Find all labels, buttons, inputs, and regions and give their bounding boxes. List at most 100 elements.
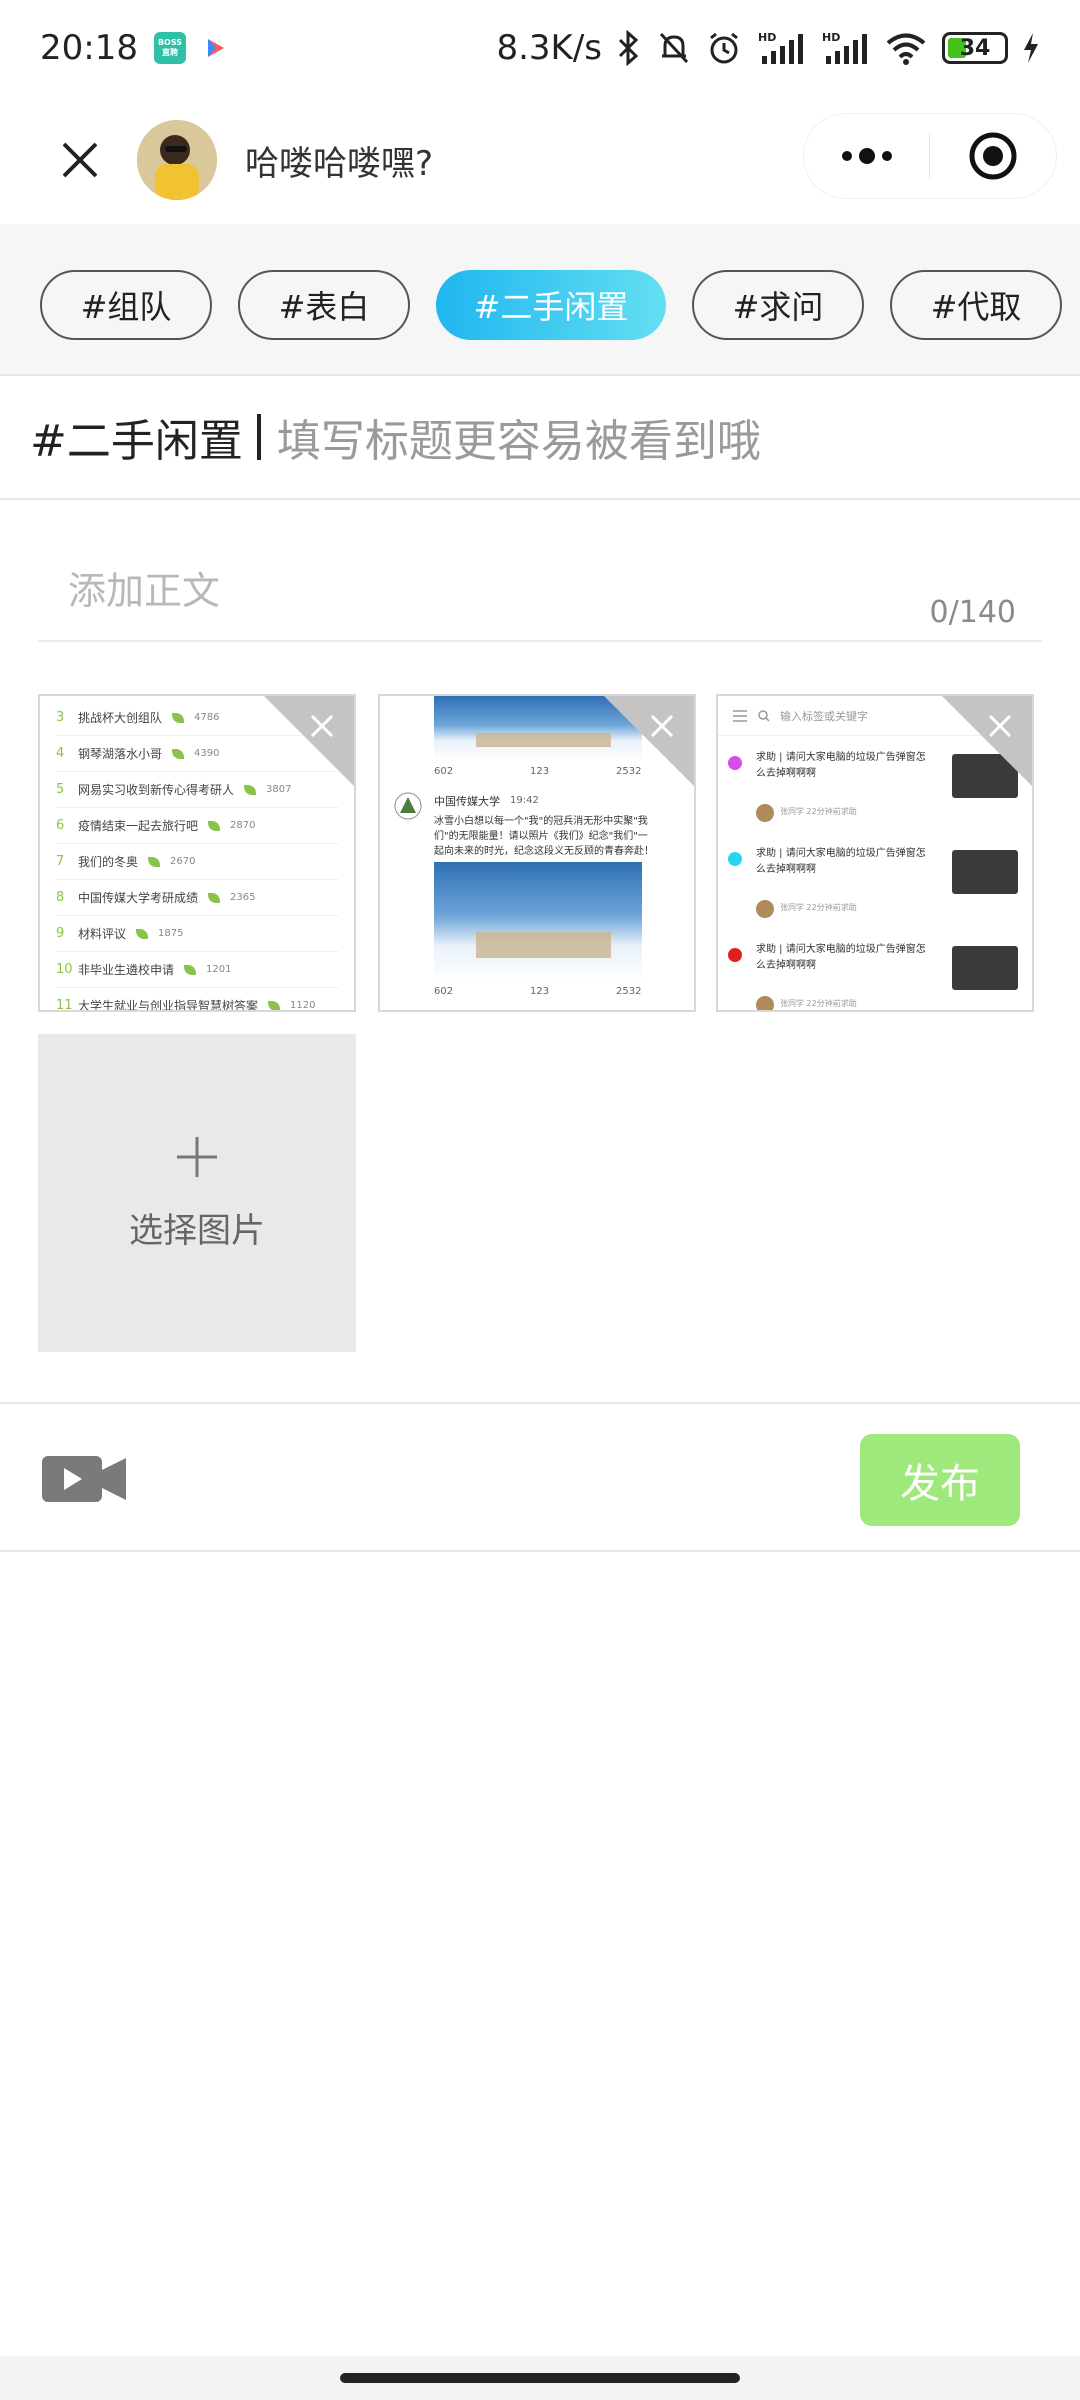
tag-ask[interactable]: #求问	[692, 270, 864, 340]
rank: 6	[56, 818, 65, 833]
leaf-icon	[244, 784, 257, 795]
tag-second-hand[interactable]: #二手闲置	[436, 270, 666, 340]
rank: 8	[56, 890, 65, 905]
image-thumbnail-2[interactable]: 602 123 2532 中国传媒大学 19:42 冰雪小白想以每一个"我"的冠…	[378, 694, 696, 1012]
topic: 钢琴湖落水小哥	[78, 747, 163, 761]
battery-icon: 34	[942, 32, 1008, 64]
tag-pickup[interactable]: #代取	[890, 270, 1062, 340]
list-item: 8 中国传媒大学考研成绩 2365	[56, 880, 338, 916]
boss-badge-top: BOSS	[157, 38, 183, 47]
plus-icon	[177, 1136, 217, 1177]
post-text: 冰雪小白想以每一个"我"的冠兵消无形中实聚"我们"的无限能量！请以照片《我们》纪…	[434, 816, 654, 857]
svg-text:HD: HD	[822, 31, 840, 44]
rank: 10	[56, 962, 73, 977]
list-item: 求助 | 请问大家电脑的垃圾广告弹窗怎么去掉啊啊啊 张同学 22分钟前求助	[718, 842, 1032, 934]
qa-meta: 张同学 22分钟前求助	[780, 999, 857, 1008]
svg-text:HD: HD	[758, 31, 776, 44]
rank: 11	[56, 998, 73, 1012]
mute-bell-icon	[659, 32, 689, 64]
qa-search-placeholder: 输入标签或关键字	[780, 709, 868, 723]
delete-image-button[interactable]	[264, 696, 354, 786]
text-cursor	[256, 414, 261, 460]
rank: 5	[56, 782, 65, 797]
body-input[interactable]: 添加正文 0/140	[38, 530, 1042, 642]
rank: 7	[56, 854, 65, 869]
snow-photo	[434, 862, 642, 982]
char-counter: 0/140	[929, 595, 1016, 630]
list-item: 9 材料评议 1875	[56, 916, 338, 952]
count: 1120	[290, 1000, 316, 1011]
target-icon	[969, 132, 1016, 180]
topic: 材料评议	[78, 927, 127, 941]
post-time: 19:42	[510, 795, 539, 806]
leaf-icon	[148, 856, 161, 867]
tag-selector: #组队 #表白 #二手闲置 #求问 #代取	[0, 224, 1080, 374]
avatar	[756, 900, 774, 918]
menu-icon	[733, 709, 747, 722]
leaf-icon	[208, 820, 221, 831]
search-icon	[758, 709, 770, 722]
leaf-icon	[136, 928, 149, 939]
list-item: 11 大学生就业与创业指导智慧树答案 1120	[56, 988, 338, 1012]
comment-count: 123	[530, 986, 550, 997]
qa-title: 求助 | 请问大家电脑的垃圾广告弹窗怎么去掉啊啊啊	[756, 848, 926, 875]
boss-app-icon: BOSS 直聘	[153, 32, 186, 64]
qa-thumbnail	[952, 946, 1018, 990]
list-item: 10 非毕业生遴校申请 1201	[56, 952, 338, 988]
leaf-icon	[172, 748, 185, 759]
count: 2870	[230, 820, 256, 831]
tag-label: #代取	[930, 288, 1022, 326]
tag-confess[interactable]: #表白	[238, 270, 410, 340]
video-camera-icon[interactable]	[42, 1452, 128, 1506]
status-time: 20:18	[40, 28, 138, 68]
avatar[interactable]	[137, 120, 217, 200]
tag-team[interactable]: #组队	[40, 270, 212, 340]
leaf-icon	[184, 964, 197, 975]
avatar-image	[137, 120, 217, 200]
count: 1875	[158, 928, 184, 939]
list-item: 求助 | 请问大家电脑的垃圾广告弹窗怎么去掉啊啊啊 张同学 22分钟前求助	[718, 938, 1032, 1010]
body-placeholder: 添加正文	[68, 569, 221, 613]
bottom-toolbar: 发布	[0, 1402, 1080, 1552]
topic: 挑战杯大创组队	[78, 711, 163, 725]
delete-image-button[interactable]	[942, 696, 1032, 786]
close-icon	[62, 142, 98, 178]
title-input[interactable]: #二手闲置 填写标题更容易被看到哦	[0, 374, 1080, 500]
exit-mini-program-button[interactable]	[930, 114, 1055, 198]
image-thumbnail-3[interactable]: 输入标签或关键字 求助 | 请问大家电脑的垃圾广告弹窗怎么去掉啊啊啊 张同学 2…	[716, 694, 1034, 1012]
hd-signal-icon: HD	[822, 31, 867, 64]
rank: 4	[56, 746, 65, 761]
comment-count: 123	[530, 766, 550, 777]
boss-badge-bottom: 直聘	[161, 48, 178, 57]
home-indicator[interactable]	[340, 2373, 740, 2383]
mini-program-capsule	[804, 114, 1056, 198]
publish-button[interactable]: 发布	[860, 1434, 1020, 1526]
title-tag: #二手闲置	[30, 416, 243, 467]
close-button[interactable]	[45, 125, 115, 195]
leaf-icon	[172, 712, 185, 723]
qa-title: 求助 | 请问大家电脑的垃圾广告弹窗怎么去掉啊啊啊	[756, 752, 926, 779]
more-button[interactable]	[804, 114, 929, 198]
delete-image-button[interactable]	[604, 696, 694, 786]
qa-thumbnail	[952, 850, 1018, 894]
image-thumbnail-1[interactable]: 3 挑战杯大创组队 4786 4 钢琴湖落水小哥 4390 5 网易实习收到新传心得考研人…	[38, 694, 356, 1012]
tag-label: #表白	[278, 288, 370, 326]
alarm-icon	[710, 32, 738, 64]
count: 4390	[194, 748, 220, 759]
select-image-button[interactable]: 选择图片	[38, 1034, 356, 1352]
header-title: 哈喽哈喽嘿?	[245, 143, 434, 184]
rank: 9	[56, 926, 65, 941]
avatar	[756, 804, 774, 822]
status-left: 20:18 BOSS 直聘	[40, 28, 228, 68]
like-count: 2532	[616, 986, 642, 997]
topic: 非毕业生遴校申请	[78, 963, 175, 977]
category-dot	[728, 852, 742, 866]
count: 1201	[206, 964, 232, 975]
tag-label: #二手闲置	[473, 288, 629, 326]
wifi-icon	[886, 33, 926, 65]
play-icon	[207, 39, 224, 57]
topic: 大学生就业与创业指导智慧树答案	[78, 999, 259, 1012]
battery-level: 34	[959, 35, 991, 61]
topic: 网易实习收到新传心得考研人	[78, 783, 235, 797]
category-dot	[728, 948, 742, 962]
